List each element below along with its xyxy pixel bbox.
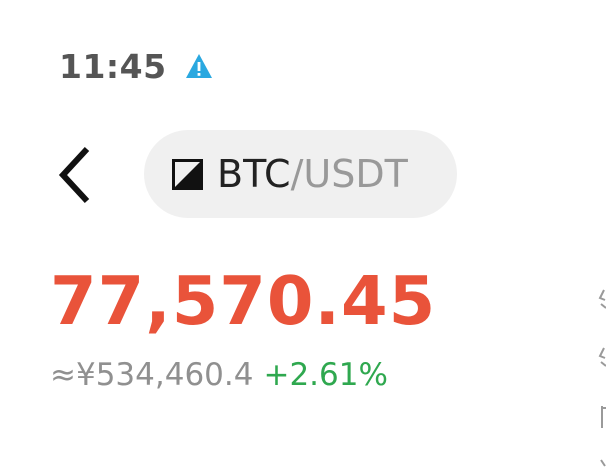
- trading-pair-selector[interactable]: BTC/USDT: [144, 130, 457, 218]
- status-bar: 11:45: [59, 44, 214, 88]
- last-price: 77,570.45: [50, 262, 437, 340]
- chevron-left-icon: [58, 146, 90, 204]
- clipped-content-edge: [598, 280, 606, 473]
- trading-pair-label: BTC/USDT: [217, 155, 408, 193]
- fiat-equivalent: ≈¥534,460.4: [50, 357, 254, 393]
- warning-icon: [184, 51, 214, 81]
- pair-separator: /: [290, 152, 304, 196]
- status-time: 11:45: [59, 46, 167, 86]
- price-details: ≈¥534,460.4 +2.61%: [50, 360, 388, 391]
- back-button[interactable]: [48, 142, 98, 208]
- change-percent: +2.61%: [263, 357, 388, 393]
- pair-quote: USDT: [303, 152, 408, 196]
- pair-base: BTC: [217, 152, 291, 196]
- exchange-logo-icon: [172, 158, 203, 190]
